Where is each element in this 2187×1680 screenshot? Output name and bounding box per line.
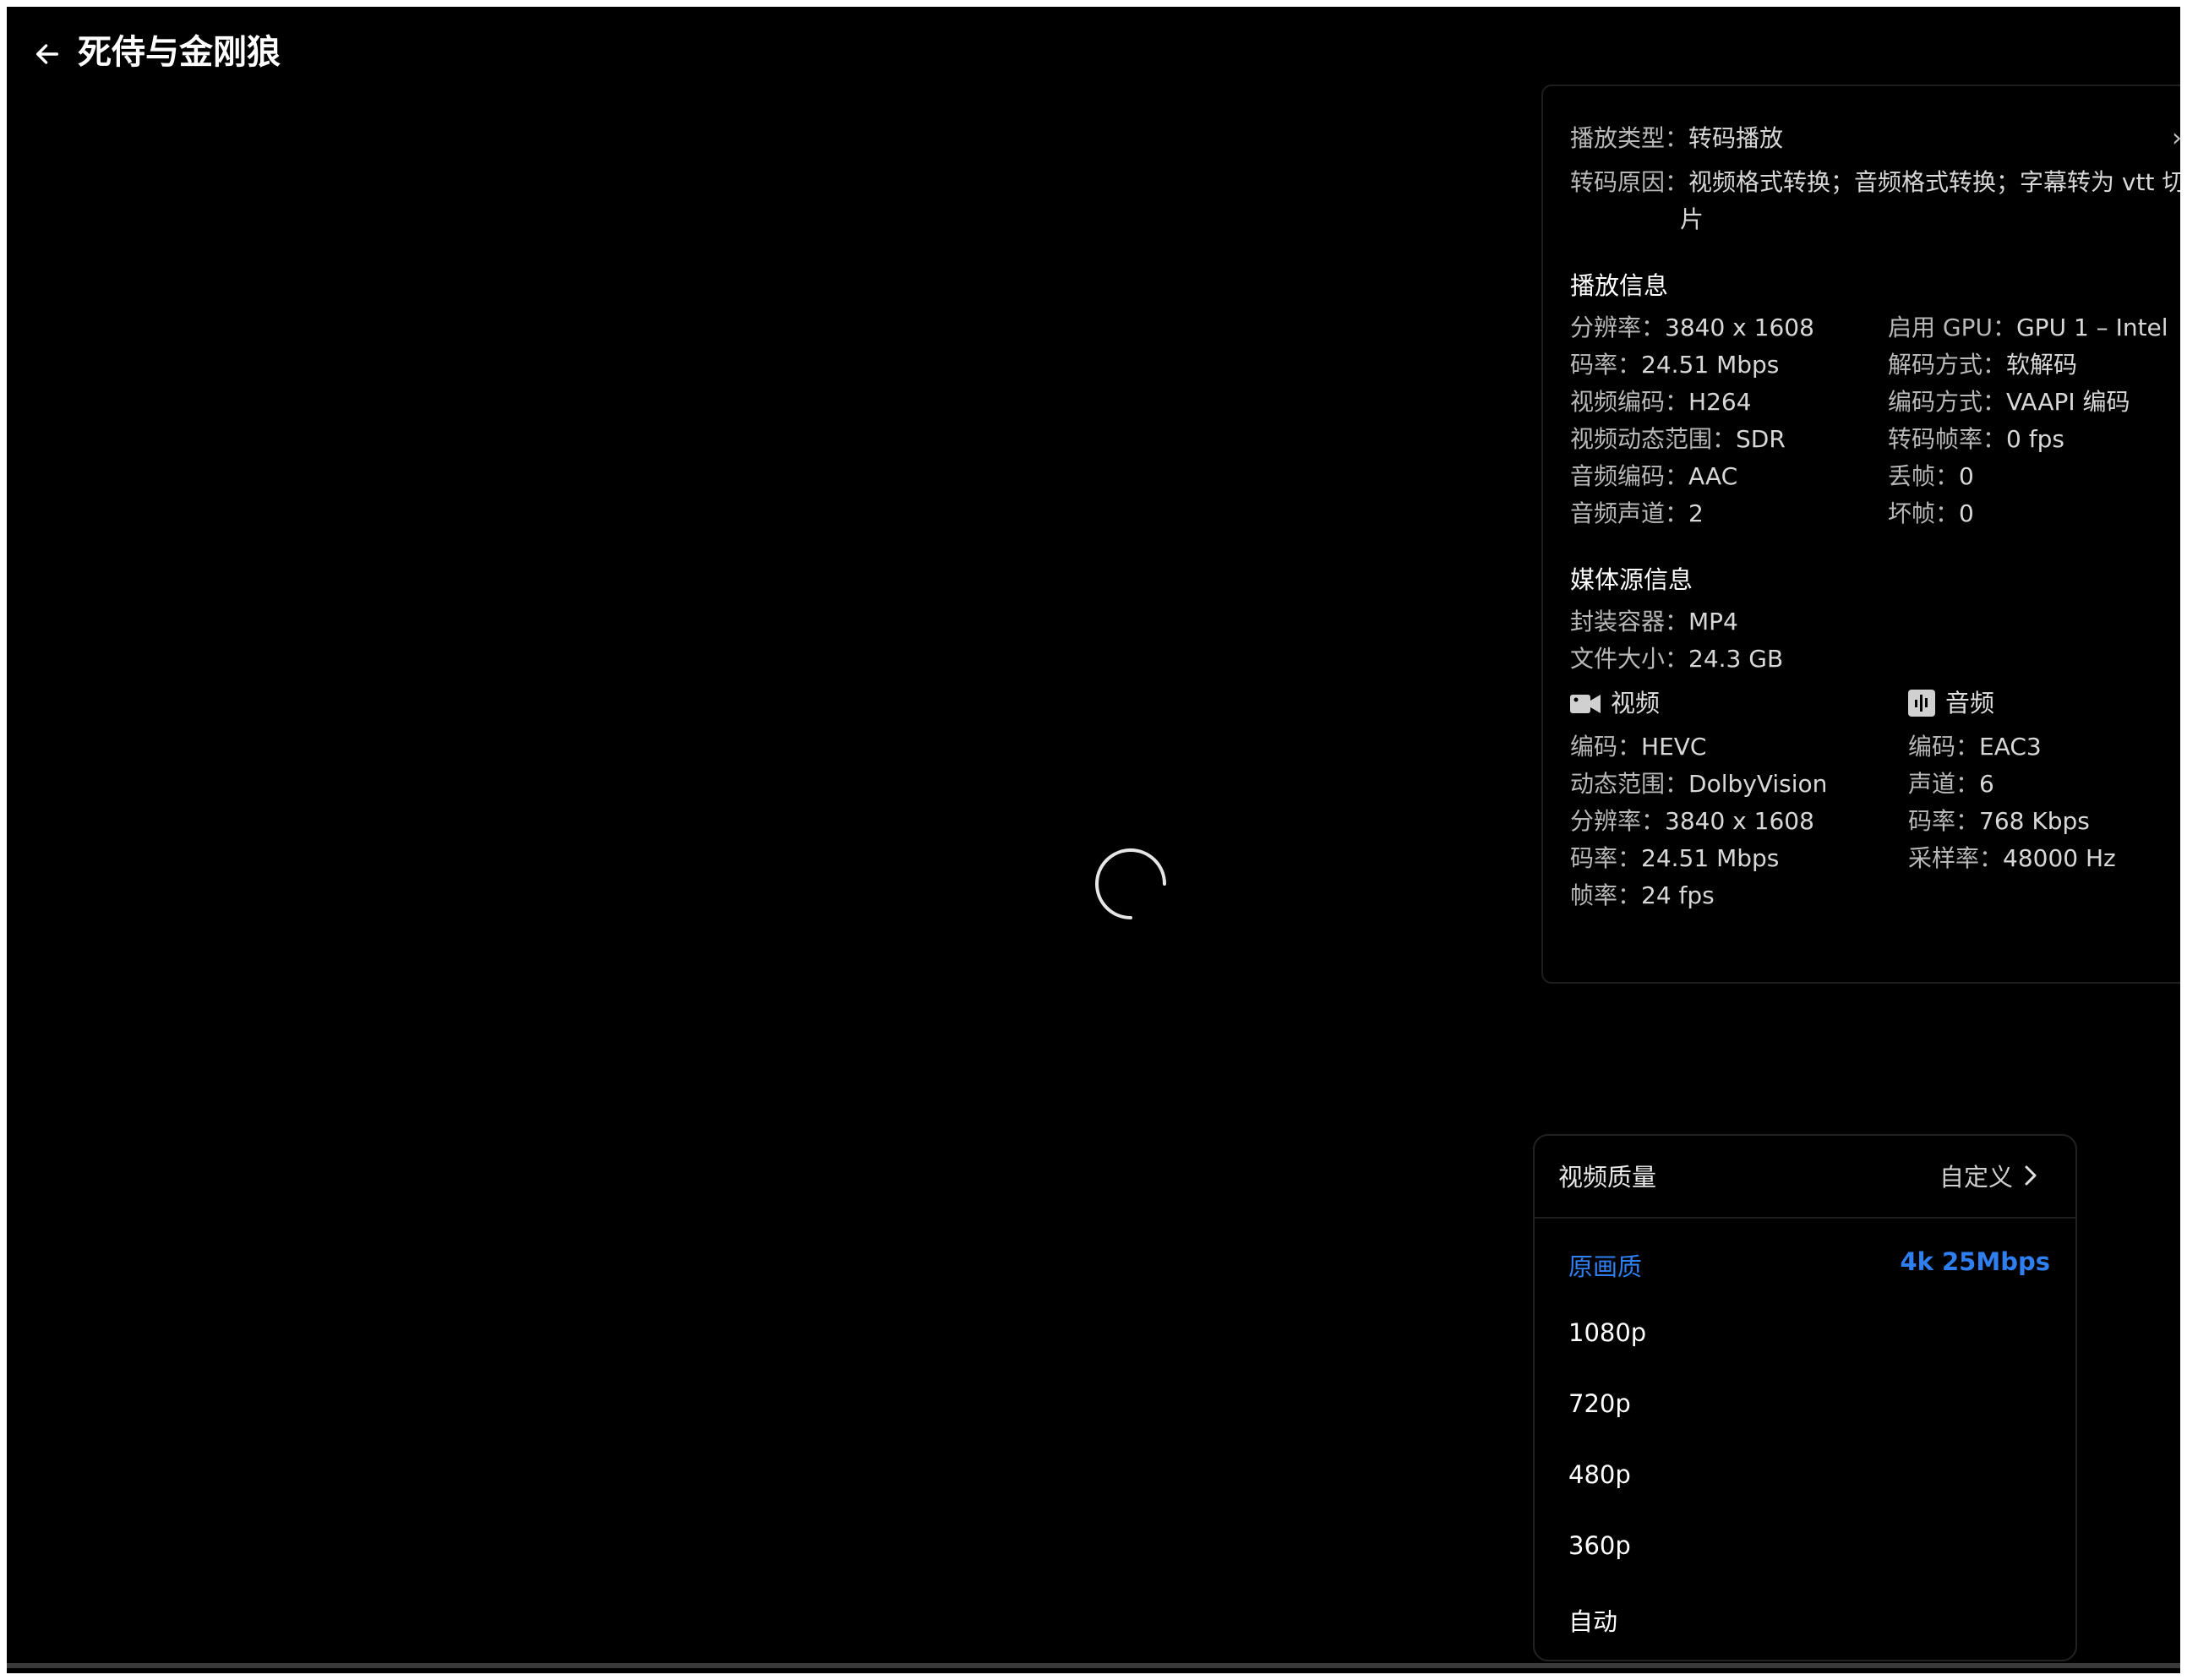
close-panel-icon[interactable]: ›: [2172, 120, 2180, 157]
audio-stream-row: 声道：6: [1908, 770, 1994, 798]
loading-spinner-icon: [1095, 848, 1166, 919]
transcode-reason-continued: 片: [1680, 205, 1704, 233]
top-bar: 死侍与金刚狼: [7, 7, 2180, 91]
video-camera-icon: [1570, 695, 1601, 713]
video-stream-row: 动态范围：DolbyVision: [1570, 770, 1828, 798]
quality-option[interactable]: 720p: [1535, 1372, 2075, 1443]
quality-option-label: 自动: [1568, 1607, 1618, 1636]
video-player[interactable]: 死侍与金刚狼 › 播放类型：转码播放 转码原因：视频格式转换；音频格式转换；字幕…: [7, 7, 2180, 1673]
playback-info-row: 视频动态范围：SDR: [1570, 425, 1786, 453]
quality-option-label: 1080p: [1568, 1318, 1647, 1347]
audio-stream-row: 采样率：48000 Hz: [1908, 844, 2116, 872]
video-stream-row: 分辨率：3840 x 1608: [1570, 807, 1814, 835]
playback-info-row: 编码方式：VAAPI 编码: [1888, 388, 2130, 416]
playback-info-row: 转码帧率：0 fps: [1888, 425, 2064, 453]
playback-info-row: 解码方式：软解码: [1888, 351, 2078, 379]
quality-option[interactable]: 自动: [1535, 1585, 2075, 1656]
video-title: 死侍与金刚狼: [78, 33, 281, 72]
audio-wave-icon: [1908, 690, 1935, 717]
progress-bar[interactable]: [7, 1663, 2180, 1668]
playback-info-row: 视频编码：H264: [1570, 388, 1752, 416]
quality-option-label: 480p: [1568, 1460, 1631, 1489]
playback-info-row: 启用 GPU：GPU 1 – Intel: [1888, 314, 2168, 341]
video-quality-menu: 视频质量 自定义 原画质 4k 25Mbps 1080p 720p 480p 360p 自动: [1533, 1134, 2077, 1661]
quality-menu-header: 视频质量 自定义: [1535, 1136, 2075, 1219]
quality-option-label: 原画质: [1568, 1252, 1643, 1281]
quality-option[interactable]: 原画质 4k 25Mbps: [1535, 1230, 2075, 1301]
playback-info-title: 播放信息: [1570, 271, 1669, 300]
quality-option[interactable]: 480p: [1535, 1443, 2075, 1514]
playback-info-row: 码率：24.51 Mbps: [1570, 351, 1780, 379]
quality-option-label: 720p: [1568, 1389, 1631, 1418]
playback-info-row: 音频声道：2: [1570, 499, 1704, 527]
quality-menu-title: 视频质量: [1558, 1163, 1657, 1192]
audio-stream-row: 码率：768 Kbps: [1908, 807, 2090, 835]
quality-option-label: 360p: [1568, 1531, 1631, 1560]
playback-info-row: 分辨率：3840 x 1608: [1570, 314, 1814, 341]
playback-info-row: 音频编码：AAC: [1570, 462, 1738, 490]
source-info-title: 媒体源信息: [1570, 565, 1693, 594]
source-info-row: 封装容器：MP4: [1570, 608, 1738, 635]
audio-stream-heading: 音频: [1908, 685, 1994, 722]
play-type-row: 播放类型：转码播放: [1570, 124, 1784, 152]
source-info-row: 文件大小：24.3 GB: [1570, 645, 1784, 673]
back-button[interactable]: [24, 30, 71, 78]
quality-option-bitrate: 4k 25Mbps: [1900, 1247, 2050, 1276]
quality-option[interactable]: 360p: [1535, 1514, 2075, 1585]
custom-quality-button[interactable]: 自定义: [1939, 1158, 2038, 1193]
audio-stream-row: 编码：EAC3: [1908, 733, 2042, 761]
video-stream-row: 码率：24.51 Mbps: [1570, 844, 1780, 872]
transcode-reason-row: 转码原因：视频格式转换；音频格式转换；字幕转为 vtt 切: [1570, 168, 2180, 196]
quality-option[interactable]: 1080p: [1535, 1301, 2075, 1372]
arrow-left-icon: [35, 44, 59, 64]
video-stream-heading: 视频: [1570, 685, 1660, 722]
video-stream-row: 帧率：24 fps: [1570, 881, 1715, 909]
playback-info-row: 丢帧：0: [1888, 462, 1974, 490]
video-stream-row: 编码：HEVC: [1570, 733, 1707, 761]
chevron-right-icon: [2025, 1165, 2037, 1186]
playback-info-panel: › 播放类型：转码播放 转码原因：视频格式转换；音频格式转换；字幕转为 vtt …: [1541, 85, 2180, 984]
playback-info-row: 坏帧：0: [1888, 499, 1974, 527]
